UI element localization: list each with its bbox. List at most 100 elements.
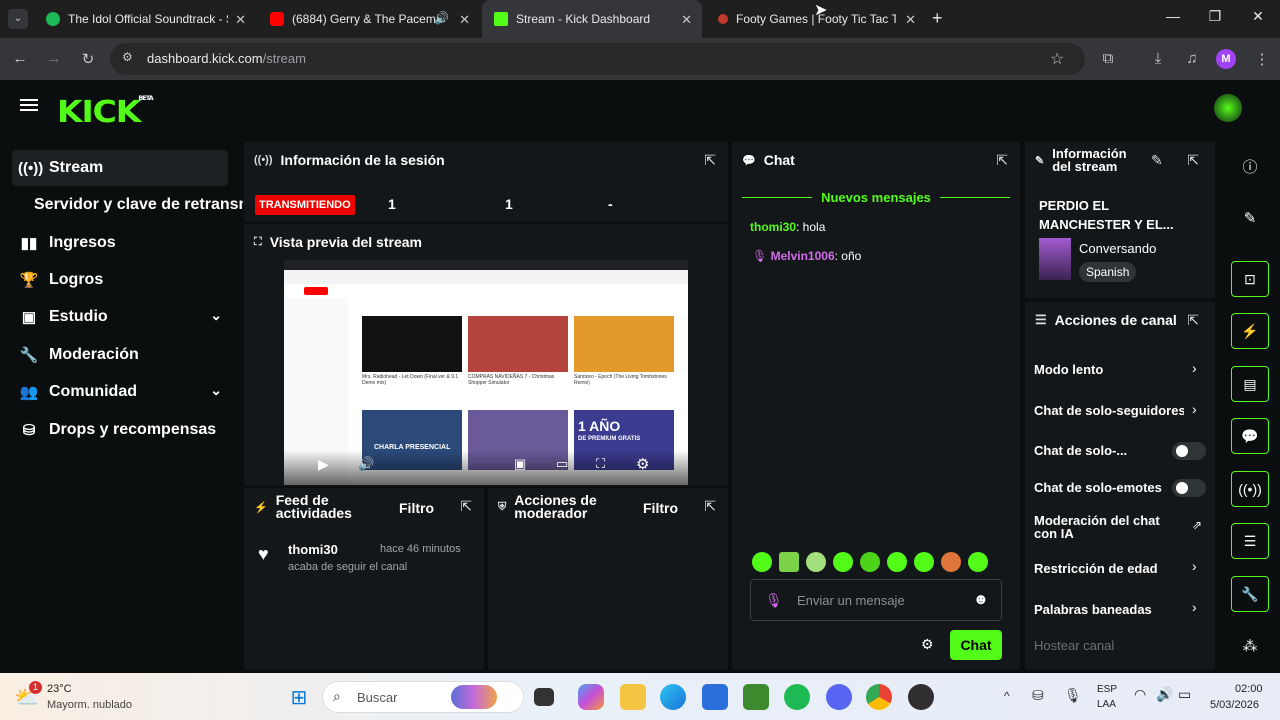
obs-icon[interactable]: [908, 684, 934, 710]
settings-icon[interactable]: ⚙: [636, 455, 649, 473]
sidebar-item-estudio[interactable]: ▣ Estudio ⌄: [12, 299, 228, 335]
restore-button[interactable]: ❐: [1200, 8, 1230, 25]
activity-user[interactable]: thomi30: [288, 542, 338, 557]
play-icon[interactable]: ▶: [318, 456, 329, 473]
theater-icon[interactable]: ▭: [556, 456, 568, 472]
sidebar-item-logros[interactable]: 🏆 Logros: [12, 262, 228, 298]
popout-icon[interactable]: ⇱: [704, 498, 716, 515]
popout-icon[interactable]: ⇱: [704, 152, 716, 169]
emoji-icon[interactable]: ☻: [973, 591, 989, 608]
tab-youtube[interactable]: (6884) Gerry & The Pacema 🔊 ✕: [258, 0, 480, 38]
popout-icon[interactable]: ⇱: [1187, 152, 1199, 169]
action-ai-moderation[interactable]: Moderación del chat con IA: [1034, 514, 1179, 540]
close-tab-icon[interactable]: ✕: [459, 12, 470, 28]
external-link-icon[interactable]: ⇗: [1192, 518, 1202, 532]
emote-icon[interactable]: [860, 552, 880, 572]
chat-username[interactable]: thomi30: [750, 220, 796, 234]
start-button[interactable]: ⊞: [286, 684, 312, 710]
tray-chevron-icon[interactable]: ^: [1004, 689, 1010, 703]
profile-avatar[interactable]: M: [1216, 49, 1236, 69]
task-view-icon[interactable]: [534, 688, 554, 706]
close-tab-icon[interactable]: ✕: [905, 12, 916, 28]
battery-icon[interactable]: ▭: [1178, 686, 1191, 703]
chat-username[interactable]: Melvin1006: [771, 249, 835, 263]
clock-date[interactable]: 5/03/2026: [1210, 699, 1259, 711]
new-tab-button[interactable]: +: [932, 8, 943, 29]
rail-actions-button[interactable]: ☰: [1231, 523, 1269, 559]
chevron-right-icon[interactable]: ›: [1192, 599, 1197, 615]
chat-settings-icon[interactable]: ⚙: [921, 636, 934, 653]
speaker-icon[interactable]: 🔊: [434, 11, 449, 25]
popout-icon[interactable]: ⇱: [996, 152, 1008, 169]
emote-icon[interactable]: [887, 552, 907, 572]
wifi-icon[interactable]: ◠: [1134, 686, 1146, 703]
rail-chat-button[interactable]: 💬: [1231, 418, 1269, 454]
volume-icon[interactable]: 🔊: [358, 456, 374, 472]
rail-notes-button[interactable]: ▤: [1231, 366, 1269, 402]
subs-only-toggle[interactable]: [1172, 442, 1206, 460]
user-avatar[interactable]: [1214, 94, 1242, 122]
emote-icon[interactable]: [806, 552, 826, 572]
minecraft-icon[interactable]: [743, 684, 769, 710]
share-icon[interactable]: ⁂: [1239, 637, 1261, 655]
chevron-right-icon[interactable]: ›: [1192, 558, 1197, 574]
site-info-icon[interactable]: ⚙: [122, 50, 133, 64]
lang-variant[interactable]: LAA: [1097, 699, 1116, 710]
clock-time[interactable]: 02:00: [1235, 683, 1263, 695]
emote-icon[interactable]: [968, 552, 988, 572]
rail-broadcast-button[interactable]: ((•)): [1231, 471, 1269, 507]
edit-icon[interactable]: ✎: [1151, 152, 1163, 169]
spotify-icon[interactable]: [784, 684, 810, 710]
store-icon[interactable]: [702, 684, 728, 710]
extensions-icon[interactable]: ⧉: [1098, 50, 1118, 67]
copilot-icon[interactable]: [578, 684, 604, 710]
emotes-only-toggle[interactable]: [1172, 479, 1206, 497]
popout-icon[interactable]: ⇱: [1187, 312, 1199, 329]
close-tab-icon[interactable]: ✕: [235, 12, 246, 28]
tray-app-icon[interactable]: ⛁: [1032, 687, 1044, 704]
microphone-icon[interactable]: 🎙: [1064, 687, 1082, 704]
sidebar-item-ingresos[interactable]: ▮▮ Ingresos: [12, 225, 228, 261]
sidebar-item-stream[interactable]: ((•)) Stream: [12, 150, 228, 186]
filter-button[interactable]: Filtro: [643, 500, 678, 516]
hamburger-menu-icon[interactable]: [20, 96, 38, 114]
tab-search-button[interactable]: ⌄: [8, 9, 28, 29]
chat-input[interactable]: 🎙 Enviar un mensaje ☻: [750, 579, 1002, 621]
emote-icon[interactable]: [752, 552, 772, 572]
action-age-restriction[interactable]: Restricción de edad: [1034, 561, 1209, 576]
chrome-icon[interactable]: [866, 684, 892, 710]
edit-icon[interactable]: ✎: [1239, 209, 1261, 227]
action-slow-mode[interactable]: Modo lento: [1034, 362, 1209, 377]
emote-icon[interactable]: [941, 552, 961, 572]
sidebar-item-comunidad[interactable]: 👥 Comunidad ⌄: [12, 374, 228, 410]
taskbar-search[interactable]: ⌕ Buscar: [322, 681, 524, 713]
bookmark-star-icon[interactable]: ☆: [1050, 49, 1064, 69]
minimize-button[interactable]: —: [1158, 8, 1188, 24]
tab-kick-dashboard[interactable]: Stream - Kick Dashboard ✕: [482, 0, 702, 38]
emote-icon[interactable]: [779, 552, 799, 572]
pip-icon[interactable]: ▣: [514, 456, 526, 472]
weather-widget[interactable]: ⛅ 1 23°C Mayorm. nublado: [12, 679, 162, 715]
sidebar-item-drops[interactable]: ⛁ Drops y recompensas: [12, 412, 228, 448]
back-icon[interactable]: ←: [10, 50, 30, 67]
forward-icon[interactable]: →: [44, 50, 64, 67]
chevron-right-icon[interactable]: ›: [1192, 401, 1197, 417]
action-banned-words[interactable]: Palabras baneadas: [1034, 602, 1209, 617]
file-explorer-icon[interactable]: [620, 684, 646, 710]
emote-icon[interactable]: [914, 552, 934, 572]
chat-send-button[interactable]: Chat: [950, 630, 1002, 660]
stream-video-preview[interactable]: Mrs. Radiohead - Let Down (Final ver & 9…: [284, 260, 688, 485]
rail-tools-button[interactable]: 🔧: [1231, 576, 1269, 612]
filter-button[interactable]: Filtro: [399, 500, 434, 516]
kick-logo[interactable]: KICK BETA: [57, 95, 154, 130]
reload-icon[interactable]: ↻: [78, 50, 98, 68]
close-window-button[interactable]: ✕: [1243, 8, 1273, 25]
download-icon[interactable]: ⤓: [1148, 50, 1168, 67]
lang-code[interactable]: ESP: [1097, 684, 1117, 695]
rail-preview-button[interactable]: ⊡: [1231, 261, 1269, 297]
category-name[interactable]: Conversando: [1079, 241, 1156, 256]
info-icon[interactable]: ⓘ: [1239, 156, 1261, 177]
close-tab-icon[interactable]: ✕: [681, 12, 692, 28]
sidebar-item-server-key[interactable]: Servidor y clave de retransm: [28, 187, 243, 223]
action-followers-only[interactable]: Chat de solo-seguidores: [1034, 403, 1184, 418]
